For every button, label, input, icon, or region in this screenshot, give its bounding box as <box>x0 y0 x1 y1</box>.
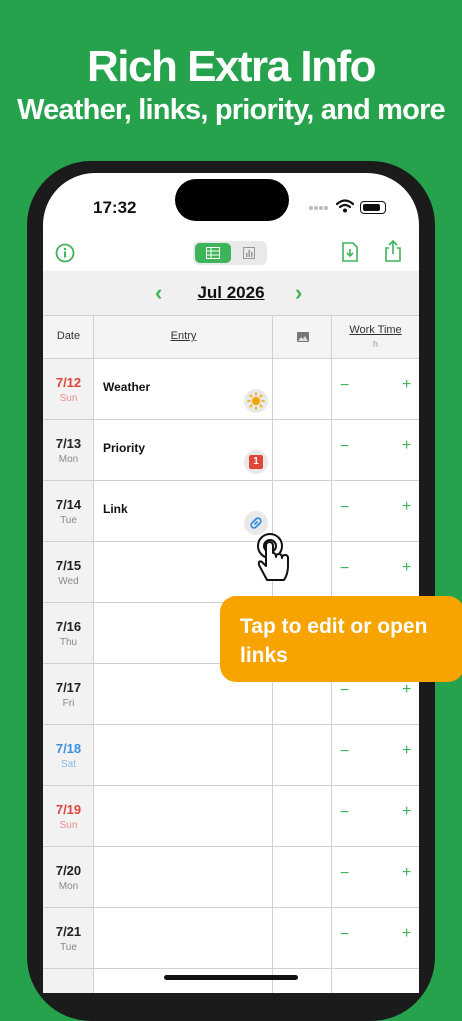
image-cell[interactable] <box>273 359 332 419</box>
decrease-button[interactable]: − <box>340 560 349 578</box>
link-icon <box>250 517 262 529</box>
table-row[interactable]: 7/19 Sun − + <box>43 786 419 847</box>
entry-text: Link <box>103 502 128 516</box>
row-weekday: Sun <box>59 820 78 831</box>
tap-hand-icon <box>257 533 289 581</box>
row-date: 7/13 <box>55 436 82 451</box>
decrease-button[interactable]: − <box>340 926 349 944</box>
app-screen: 17:32 ‹ Jul 2026 › Date Entry Work Time … <box>43 173 419 993</box>
row-date: 7/17 <box>55 680 82 695</box>
decrease-button[interactable]: − <box>340 743 349 761</box>
row-weekday: Mon <box>58 881 79 892</box>
row-date: 7/20 <box>55 863 82 878</box>
row-weekday: Mon <box>58 454 79 465</box>
sun-icon <box>247 392 265 410</box>
tooltip-text: Tap to edit or open links <box>240 615 428 667</box>
table-row[interactable]: 7/13 Mon Priority 1 − + <box>43 420 419 481</box>
battery-icon <box>360 201 386 214</box>
priority-badge: 1 <box>244 450 268 474</box>
decrease-button[interactable]: − <box>340 682 349 700</box>
date-column-header: Date <box>56 330 81 342</box>
row-date: 7/16 <box>55 619 82 634</box>
entry-cell[interactable] <box>94 847 273 907</box>
table-row[interactable]: 7/21 Tue − + <box>43 908 419 969</box>
table-icon <box>206 247 220 259</box>
entry-cell[interactable] <box>94 786 273 846</box>
table-header: Date Entry Work Time h <box>43 316 419 359</box>
work-time-column-header[interactable]: Work Time <box>332 324 419 336</box>
row-weekday: Fri <box>62 698 75 709</box>
info-icon[interactable] <box>55 243 75 263</box>
row-weekday: Thu <box>59 637 78 648</box>
home-indicator <box>164 975 298 980</box>
entry-cell[interactable] <box>94 725 273 785</box>
increase-button[interactable]: + <box>402 376 411 394</box>
entry-text: Priority <box>103 441 146 455</box>
row-weekday: Tue <box>60 942 77 953</box>
entry-column-header[interactable]: Entry <box>94 330 273 342</box>
increase-button[interactable]: + <box>402 437 411 455</box>
table-view-tab[interactable] <box>195 243 231 263</box>
row-date: 7/12 <box>55 375 82 390</box>
export-file-icon[interactable] <box>342 242 358 262</box>
table-row[interactable] <box>43 969 419 993</box>
increase-button[interactable]: + <box>402 864 411 882</box>
image-cell[interactable] <box>273 847 332 907</box>
table-row[interactable]: 7/15 Wed − + <box>43 542 419 603</box>
next-month-button[interactable]: › <box>295 280 302 306</box>
entry-cell[interactable]: Priority 1 <box>94 420 273 480</box>
increase-button[interactable]: + <box>402 742 411 760</box>
increase-button[interactable]: + <box>402 681 411 699</box>
decrease-button[interactable]: − <box>340 499 349 517</box>
image-cell[interactable] <box>273 786 332 846</box>
increase-button[interactable]: + <box>402 498 411 516</box>
bar-chart-icon <box>243 247 255 259</box>
entry-cell[interactable]: Weather <box>94 359 273 419</box>
table-row[interactable]: 7/20 Mon − + <box>43 847 419 908</box>
row-weekday: Sat <box>60 759 76 770</box>
increase-button[interactable]: + <box>402 803 411 821</box>
image-cell[interactable] <box>273 420 332 480</box>
entry-cell[interactable] <box>94 542 273 602</box>
work-time-unit: h <box>372 339 378 349</box>
row-date: 7/14 <box>55 497 82 512</box>
row-date: 7/15 <box>55 558 82 573</box>
increase-button[interactable]: + <box>402 559 411 577</box>
wifi-icon <box>336 199 354 213</box>
tooltip-callout: Tap to edit or open links <box>220 596 462 682</box>
promo-title: Rich Extra Info <box>87 42 377 91</box>
dynamic-island <box>175 179 289 221</box>
promo-subtitle: Weather, links, priority, and more <box>17 94 446 126</box>
month-navigator: ‹ Jul 2026 › <box>43 271 419 316</box>
share-icon[interactable] <box>384 240 402 262</box>
priority-icon: 1 <box>249 455 263 469</box>
table-row[interactable]: 7/14 Tue Link − + <box>43 481 419 542</box>
decrease-button[interactable]: − <box>340 804 349 822</box>
row-weekday: Wed <box>58 576 79 587</box>
decrease-button[interactable]: − <box>340 865 349 883</box>
row-weekday: Sun <box>59 393 78 404</box>
entry-cell[interactable]: Link <box>94 481 273 541</box>
table-row[interactable]: 7/18 Sat − + <box>43 725 419 786</box>
month-label[interactable]: Jul 2026 <box>153 283 309 303</box>
weather-badge <box>244 389 268 413</box>
row-weekday: Tue <box>60 515 77 526</box>
increase-button[interactable]: + <box>402 925 411 943</box>
decrease-button[interactable]: − <box>340 377 349 395</box>
image-icon <box>297 332 309 342</box>
image-cell[interactable] <box>273 725 332 785</box>
view-switcher <box>193 241 267 265</box>
table-row[interactable]: 7/12 Sun Weather − + <box>43 359 419 420</box>
decrease-button[interactable]: − <box>340 438 349 456</box>
entry-text: Weather <box>103 380 151 394</box>
entry-cell[interactable] <box>94 908 273 968</box>
chart-view-tab[interactable] <box>233 243 265 263</box>
signal-icon <box>309 206 328 210</box>
row-date: 7/19 <box>55 802 82 817</box>
row-date: 7/18 <box>55 741 82 756</box>
status-time: 17:32 <box>93 198 137 217</box>
row-date: 7/21 <box>55 924 82 939</box>
image-cell[interactable] <box>273 908 332 968</box>
